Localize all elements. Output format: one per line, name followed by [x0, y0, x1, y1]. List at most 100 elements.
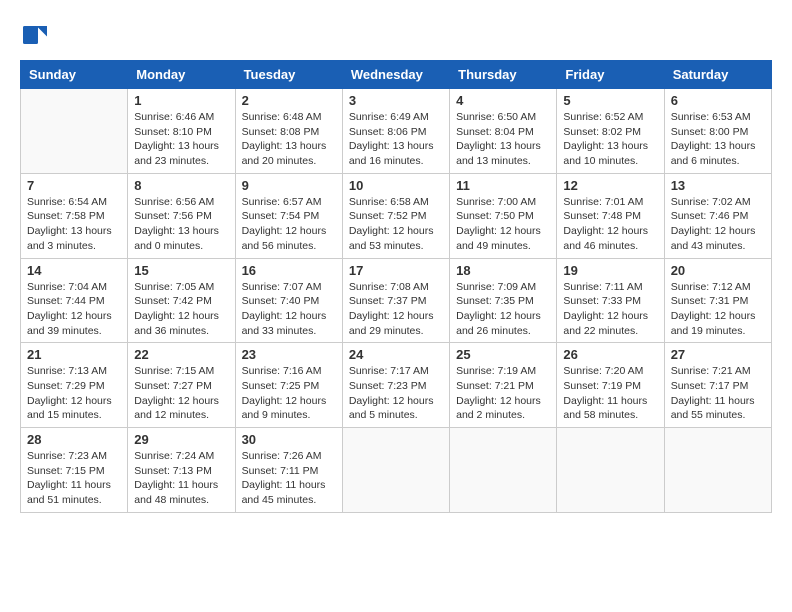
calendar-cell: 14 Sunrise: 7:04 AM Sunset: 7:44 PM Dayli… [21, 258, 128, 343]
day-header-friday: Friday [557, 61, 664, 89]
calendar-cell: 24 Sunrise: 7:17 AM Sunset: 7:23 PM Dayli… [342, 343, 449, 428]
day-info: Sunrise: 7:12 AM Sunset: 7:31 PM Dayligh… [671, 280, 765, 339]
day-number: 15 [134, 263, 228, 278]
calendar-cell: 1 Sunrise: 6:46 AM Sunset: 8:10 PM Daylig… [128, 89, 235, 174]
calendar-table: SundayMondayTuesdayWednesdayThursdayFrid… [20, 60, 772, 513]
day-number: 24 [349, 347, 443, 362]
calendar-cell: 7 Sunrise: 6:54 AM Sunset: 7:58 PM Daylig… [21, 173, 128, 258]
day-number: 27 [671, 347, 765, 362]
day-info: Sunrise: 6:46 AM Sunset: 8:10 PM Dayligh… [134, 110, 228, 169]
calendar-cell [664, 428, 771, 513]
day-number: 13 [671, 178, 765, 193]
day-header-thursday: Thursday [450, 61, 557, 89]
day-number: 2 [242, 93, 336, 108]
calendar-cell [557, 428, 664, 513]
day-info: Sunrise: 7:02 AM Sunset: 7:46 PM Dayligh… [671, 195, 765, 254]
calendar-cell: 2 Sunrise: 6:48 AM Sunset: 8:08 PM Daylig… [235, 89, 342, 174]
day-info: Sunrise: 7:20 AM Sunset: 7:19 PM Dayligh… [563, 364, 657, 423]
day-info: Sunrise: 7:26 AM Sunset: 7:11 PM Dayligh… [242, 449, 336, 508]
day-number: 21 [27, 347, 121, 362]
calendar-cell: 18 Sunrise: 7:09 AM Sunset: 7:35 PM Dayli… [450, 258, 557, 343]
day-number: 29 [134, 432, 228, 447]
day-number: 14 [27, 263, 121, 278]
day-number: 5 [563, 93, 657, 108]
calendar-cell: 6 Sunrise: 6:53 AM Sunset: 8:00 PM Daylig… [664, 89, 771, 174]
day-info: Sunrise: 6:48 AM Sunset: 8:08 PM Dayligh… [242, 110, 336, 169]
day-number: 4 [456, 93, 550, 108]
day-info: Sunrise: 6:54 AM Sunset: 7:58 PM Dayligh… [27, 195, 121, 254]
day-info: Sunrise: 6:53 AM Sunset: 8:00 PM Dayligh… [671, 110, 765, 169]
day-number: 6 [671, 93, 765, 108]
day-info: Sunrise: 6:56 AM Sunset: 7:56 PM Dayligh… [134, 195, 228, 254]
calendar-cell: 12Sunrise: 7:01 AM Sunset: 7:48 PM Dayli… [557, 173, 664, 258]
day-info: Sunrise: 7:05 AM Sunset: 7:42 PM Dayligh… [134, 280, 228, 339]
calendar-cell: 11 Sunrise: 7:00 AM Sunset: 7:50 PM Dayli… [450, 173, 557, 258]
logo-icon [20, 20, 50, 50]
day-info: Sunrise: 6:52 AM Sunset: 8:02 PM Dayligh… [563, 110, 657, 169]
day-info: Sunrise: 7:23 AM Sunset: 7:15 PM Dayligh… [27, 449, 121, 508]
calendar-cell: 17 Sunrise: 7:08 AM Sunset: 7:37 PM Dayli… [342, 258, 449, 343]
day-info: Sunrise: 7:01 AM Sunset: 7:48 PM Dayligh… [563, 195, 657, 254]
day-number: 25 [456, 347, 550, 362]
calendar-cell: 19 Sunrise: 7:11 AM Sunset: 7:33 PM Dayli… [557, 258, 664, 343]
day-info: Sunrise: 7:13 AM Sunset: 7:29 PM Dayligh… [27, 364, 121, 423]
day-info: Sunrise: 7:00 AM Sunset: 7:50 PM Dayligh… [456, 195, 550, 254]
day-number: 19 [563, 263, 657, 278]
day-number: 1 [134, 93, 228, 108]
day-info: Sunrise: 7:17 AM Sunset: 7:23 PM Dayligh… [349, 364, 443, 423]
calendar-cell: 16Sunrise: 7:07 AM Sunset: 7:40 PM Dayli… [235, 258, 342, 343]
day-info: Sunrise: 7:16 AM Sunset: 7:25 PM Dayligh… [242, 364, 336, 423]
day-info: Sunrise: 7:08 AM Sunset: 7:37 PM Dayligh… [349, 280, 443, 339]
calendar-cell: 3 Sunrise: 6:49 AM Sunset: 8:06 PM Daylig… [342, 89, 449, 174]
day-number: 28 [27, 432, 121, 447]
day-info: Sunrise: 7:09 AM Sunset: 7:35 PM Dayligh… [456, 280, 550, 339]
calendar-header-row: SundayMondayTuesdayWednesdayThursdayFrid… [21, 61, 772, 89]
day-info: Sunrise: 6:57 AM Sunset: 7:54 PM Dayligh… [242, 195, 336, 254]
week-row-1: 1 Sunrise: 6:46 AM Sunset: 8:10 PM Daylig… [21, 89, 772, 174]
calendar-cell: 15 Sunrise: 7:05 AM Sunset: 7:42 PM Dayli… [128, 258, 235, 343]
calendar-cell: 13 Sunrise: 7:02 AM Sunset: 7:46 PM Dayli… [664, 173, 771, 258]
day-number: 11 [456, 178, 550, 193]
day-header-tuesday: Tuesday [235, 61, 342, 89]
day-number: 3 [349, 93, 443, 108]
day-number: 9 [242, 178, 336, 193]
day-info: Sunrise: 7:24 AM Sunset: 7:13 PM Dayligh… [134, 449, 228, 508]
calendar-cell: 27 Sunrise: 7:21 AM Sunset: 7:17 PM Dayli… [664, 343, 771, 428]
day-number: 30 [242, 432, 336, 447]
calendar-cell: 8 Sunrise: 6:56 AM Sunset: 7:56 PM Daylig… [128, 173, 235, 258]
day-info: Sunrise: 7:21 AM Sunset: 7:17 PM Dayligh… [671, 364, 765, 423]
calendar-cell: 21 Sunrise: 7:13 AM Sunset: 7:29 PM Dayli… [21, 343, 128, 428]
day-number: 17 [349, 263, 443, 278]
week-row-4: 21 Sunrise: 7:13 AM Sunset: 7:29 PM Dayli… [21, 343, 772, 428]
calendar-cell: 25Sunrise: 7:19 AM Sunset: 7:21 PM Dayli… [450, 343, 557, 428]
calendar-cell [21, 89, 128, 174]
day-header-wednesday: Wednesday [342, 61, 449, 89]
page-header [20, 20, 772, 50]
day-number: 18 [456, 263, 550, 278]
calendar-cell: 22 Sunrise: 7:15 AM Sunset: 7:27 PM Dayli… [128, 343, 235, 428]
day-number: 22 [134, 347, 228, 362]
day-info: Sunrise: 7:04 AM Sunset: 7:44 PM Dayligh… [27, 280, 121, 339]
calendar-cell [342, 428, 449, 513]
day-number: 7 [27, 178, 121, 193]
day-header-saturday: Saturday [664, 61, 771, 89]
logo [20, 20, 54, 50]
calendar-cell: 30 Sunrise: 7:26 AM Sunset: 7:11 PM Dayli… [235, 428, 342, 513]
calendar-cell: 5 Sunrise: 6:52 AM Sunset: 8:02 PM Daylig… [557, 89, 664, 174]
calendar-cell: 20Sunrise: 7:12 AM Sunset: 7:31 PM Dayli… [664, 258, 771, 343]
day-info: Sunrise: 6:49 AM Sunset: 8:06 PM Dayligh… [349, 110, 443, 169]
calendar-cell: 4Sunrise: 6:50 AM Sunset: 8:04 PM Daylig… [450, 89, 557, 174]
day-number: 26 [563, 347, 657, 362]
day-info: Sunrise: 6:58 AM Sunset: 7:52 PM Dayligh… [349, 195, 443, 254]
calendar-cell: 28 Sunrise: 7:23 AM Sunset: 7:15 PM Dayli… [21, 428, 128, 513]
calendar-cell: 10Sunrise: 6:58 AM Sunset: 7:52 PM Dayli… [342, 173, 449, 258]
day-header-sunday: Sunday [21, 61, 128, 89]
day-number: 8 [134, 178, 228, 193]
week-row-3: 14 Sunrise: 7:04 AM Sunset: 7:44 PM Dayli… [21, 258, 772, 343]
day-info: Sunrise: 7:07 AM Sunset: 7:40 PM Dayligh… [242, 280, 336, 339]
day-info: Sunrise: 7:11 AM Sunset: 7:33 PM Dayligh… [563, 280, 657, 339]
day-info: Sunrise: 7:15 AM Sunset: 7:27 PM Dayligh… [134, 364, 228, 423]
week-row-2: 7 Sunrise: 6:54 AM Sunset: 7:58 PM Daylig… [21, 173, 772, 258]
day-header-monday: Monday [128, 61, 235, 89]
calendar-cell: 9 Sunrise: 6:57 AM Sunset: 7:54 PM Daylig… [235, 173, 342, 258]
